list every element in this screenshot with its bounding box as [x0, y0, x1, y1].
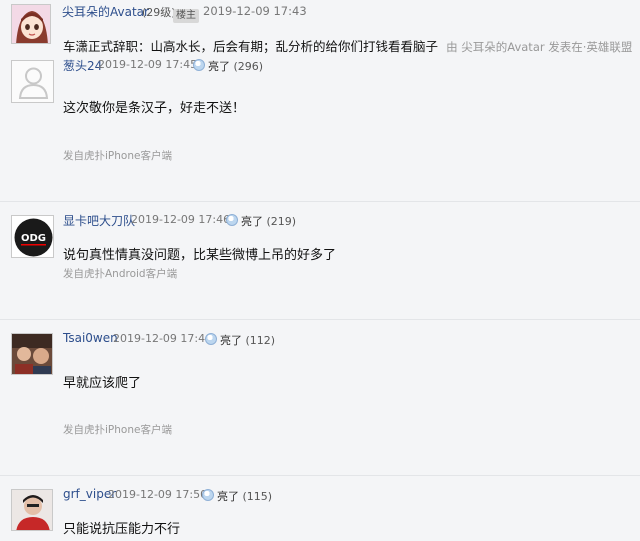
reply-source: 发自虎扑iPhone客户端: [63, 150, 172, 162]
divider: [0, 319, 640, 320]
op-level: (29级): [142, 6, 176, 19]
op-avatar[interactable]: [11, 4, 51, 44]
reply-avatar[interactable]: [11, 333, 53, 375]
reply-content: 说句真性情真没问题，比某些微博上吊的好多了: [63, 248, 337, 263]
reply-username[interactable]: Tsai0wen: [63, 331, 118, 345]
light-count: (112): [245, 334, 276, 347]
light-button[interactable]: 亮了 (219): [226, 213, 296, 229]
light-count: (296): [233, 60, 264, 73]
photo-avatar-icon: [12, 334, 52, 374]
reply-username[interactable]: 葱头24: [63, 57, 102, 74]
reply-content: 只能说抗压能力不行: [63, 522, 181, 537]
divider: [0, 201, 640, 202]
host-badge: 楼主: [173, 9, 199, 23]
op-username[interactable]: 尖耳朵的Avatar: [62, 3, 149, 20]
lightbulb-icon: [193, 59, 205, 71]
reply-avatar[interactable]: [11, 60, 54, 103]
lightbulb-icon: [202, 489, 214, 501]
quote-meta: 由 尖耳朵的Avatar 发表在·英雄联盟: [446, 40, 633, 54]
light-label: 亮了: [217, 490, 239, 503]
reply-content: 早就应该爬了: [63, 376, 142, 391]
light-label: 亮了: [220, 334, 242, 347]
reply-content: 这次敬你是条汉子，好走不送！: [63, 101, 246, 116]
light-label: 亮了: [208, 60, 230, 73]
light-label: 亮了: [241, 215, 263, 228]
default-user-avatar-icon: [18, 67, 49, 99]
light-count: (115): [242, 490, 273, 503]
reply-time: 2019-12-09 17:45: [98, 58, 198, 71]
reply-avatar[interactable]: ODG: [11, 215, 54, 258]
reply-time: 2019-12-09 17:46: [131, 213, 231, 226]
anime-girl-avatar-icon: [12, 5, 50, 43]
reply-source: 发自虎扑iPhone客户端: [63, 424, 172, 436]
lightbulb-icon: [226, 214, 238, 226]
odg-logo-icon: ODG: [12, 216, 53, 257]
light-count: (219): [266, 215, 297, 228]
light-button[interactable]: 亮了 (115): [202, 488, 272, 504]
photo-avatar-icon: [12, 490, 52, 530]
odg-logo-text: ODG: [21, 233, 46, 244]
lightbulb-icon: [205, 333, 217, 345]
op-badge: 楼主: [173, 3, 199, 23]
quote-line: 车潇正式辞职：山高水长，后会有期；乱分析的给你们打钱看看脑子 由 尖耳朵的Ava…: [63, 36, 632, 55]
reply-avatar[interactable]: [11, 489, 53, 531]
reply-source: 发自虎扑Android客户端: [63, 268, 178, 280]
divider: [0, 475, 640, 476]
quote-title[interactable]: 车潇正式辞职：山高水长，后会有期；乱分析的给你们打钱看看脑子: [63, 39, 438, 54]
light-button[interactable]: 亮了 (112): [205, 332, 275, 348]
light-button[interactable]: 亮了 (296): [193, 58, 263, 74]
reply-username[interactable]: 显卡吧大刀队: [63, 212, 135, 229]
reply-time: 2019-12-09 17:46: [113, 332, 213, 345]
reply-time: 2019-12-09 17:50: [108, 488, 208, 501]
op-time: 2019-12-09 17:43: [203, 4, 307, 18]
